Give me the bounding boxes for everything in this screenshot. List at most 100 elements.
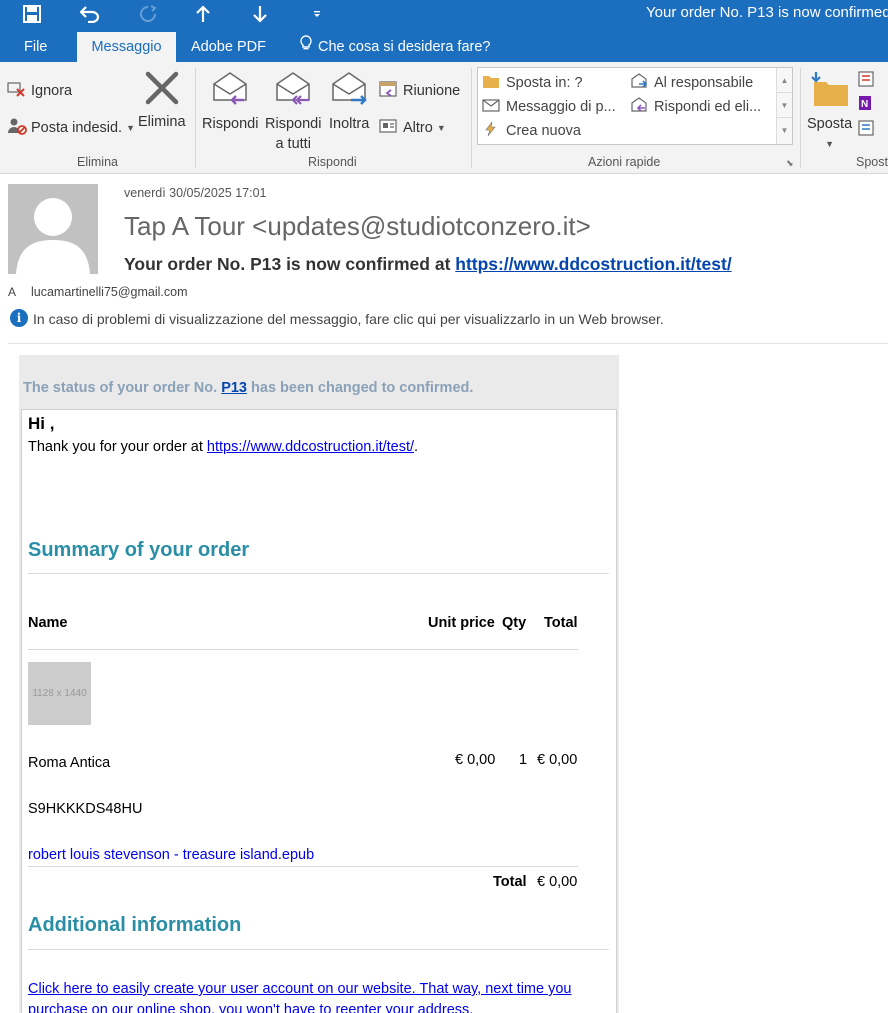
- scroll-up-icon[interactable]: ▲: [777, 68, 792, 93]
- col-qty: Qty: [502, 615, 527, 631]
- tab-file[interactable]: File: [12, 32, 59, 62]
- recipient-address[interactable]: lucamartinelli75@gmail.com: [31, 285, 188, 299]
- meeting-icon: [379, 80, 399, 102]
- quick-step-team-email[interactable]: Messaggio di p...: [482, 97, 616, 117]
- more-label: Altro: [403, 120, 433, 136]
- reply-all-label-1: Rispondi: [265, 116, 322, 132]
- tell-me-box[interactable]: Che cosa si desidera fare?: [288, 32, 503, 62]
- delete-label: Elimina: [138, 114, 186, 130]
- product-qty: 1: [519, 752, 528, 768]
- quick-step-reply-delete-label: Rispondi ed eli...: [654, 99, 762, 115]
- actions-icon[interactable]: [858, 119, 880, 141]
- status-suffix: has been changed to confirmed.: [247, 380, 474, 396]
- reply-delete-icon: [630, 97, 648, 117]
- status-prefix: The status of your order No.: [23, 380, 222, 396]
- download-link[interactable]: robert louis stevenson - treasure island…: [28, 847, 314, 863]
- junk-button[interactable]: Posta indesid. ▼: [7, 117, 135, 139]
- sender[interactable]: Tap A Tour <updates@studiotconzero.it>: [124, 211, 591, 242]
- quick-step-reply-delete[interactable]: Rispondi ed eli...: [630, 97, 761, 117]
- quick-step-move-to-label: Sposta in: ?: [506, 75, 583, 91]
- quick-step-to-manager[interactable]: Al responsabile: [630, 73, 753, 93]
- person-icon: [16, 198, 90, 274]
- group-separator: [471, 68, 472, 168]
- product-name: Roma Antica: [28, 755, 111, 771]
- additional-divider: [28, 949, 609, 950]
- customize-icon[interactable]: [305, 2, 329, 26]
- message-subject: Your order No. P13 is now confirmed at h…: [124, 254, 732, 275]
- tab-message[interactable]: Messaggio: [77, 32, 176, 62]
- folder-icon: [482, 73, 500, 93]
- grand-total-value: € 0,00: [537, 874, 578, 890]
- redo-icon[interactable]: [136, 2, 160, 26]
- info-icon: i: [10, 309, 28, 327]
- undo-icon[interactable]: [78, 2, 102, 26]
- ignore-button[interactable]: Ignora: [7, 80, 72, 102]
- product-sku: S9HKKKDS48HU: [28, 801, 143, 817]
- group-delete-label: Elimina: [77, 155, 118, 169]
- more-icon: [379, 117, 399, 139]
- product-thumbnail: 1128 x 1440: [28, 662, 91, 725]
- avatar: [8, 184, 98, 274]
- svg-text:N: N: [861, 99, 868, 110]
- move-label: Sposta: [807, 116, 853, 132]
- more-button[interactable]: Altro ▼: [379, 117, 446, 139]
- quick-step-team-email-label: Messaggio di p...: [506, 99, 616, 115]
- reply-all-label-2: a tutti: [275, 136, 311, 152]
- forward-button[interactable]: Inoltra: [329, 70, 369, 134]
- reply-all-button[interactable]: Rispondi a tutti: [265, 70, 321, 154]
- col-name: Name: [28, 615, 68, 631]
- col-total: Total: [544, 615, 578, 631]
- team-mail-icon: [482, 97, 500, 117]
- group-separator: [800, 68, 801, 168]
- move-button[interactable]: Sposta ▼: [807, 70, 852, 154]
- shop-link[interactable]: https://www.ddcostruction.it/test/: [207, 439, 414, 455]
- up-arrow-icon[interactable]: [191, 2, 215, 26]
- quick-step-create-new[interactable]: Crea nuova: [482, 121, 581, 141]
- order-status: The status of your order No. P13 has bee…: [23, 380, 473, 396]
- quick-step-create-new-label: Crea nuova: [506, 123, 581, 139]
- info-bar-text[interactable]: In caso di problemi di visualizzazione d…: [33, 311, 664, 327]
- quick-step-move-to[interactable]: Sposta in: ?: [482, 73, 583, 93]
- down-arrow-icon[interactable]: [248, 2, 272, 26]
- move-folder-icon: [810, 70, 850, 114]
- rules-icon[interactable]: [858, 70, 880, 92]
- reply-all-icon: [273, 70, 313, 114]
- ignore-icon: [7, 80, 27, 102]
- quick-steps-scrollbar[interactable]: ▲ ▼ ▼: [776, 68, 792, 144]
- col-unit-price: Unit price: [428, 615, 495, 631]
- thanks-prefix: Thank you for your order at: [28, 439, 207, 455]
- delete-button[interactable]: Elimina: [138, 70, 186, 132]
- quick-step-to-manager-label: Al responsabile: [654, 75, 754, 91]
- product-unit-price: € 0,00: [455, 752, 496, 768]
- product-total: € 0,00: [537, 752, 578, 768]
- header-divider: [8, 343, 888, 344]
- subject-text: Your order No. P13 is now confirmed at: [124, 254, 456, 274]
- forward-label: Inoltra: [329, 116, 370, 132]
- tell-me-label: Che cosa si desidera fare?: [318, 39, 491, 55]
- junk-label: Posta indesid.: [31, 120, 123, 136]
- group-quick-steps-label: Azioni rapide: [588, 155, 661, 169]
- group-move-label: Spost: [856, 155, 888, 169]
- reply-icon: [210, 70, 250, 114]
- onenote-icon[interactable]: N: [858, 94, 880, 116]
- window-title: Your order No. P13 is now confirmed: [646, 4, 888, 21]
- thanks-text: Thank you for your order at https://www.…: [28, 439, 418, 455]
- tab-adobe-pdf[interactable]: Adobe PDF: [179, 32, 278, 62]
- expand-icon[interactable]: ▼: [777, 118, 792, 143]
- junk-dropdown-icon: ▼: [126, 123, 136, 133]
- grand-total-label: Total: [493, 874, 527, 890]
- reply-label: Rispondi: [202, 116, 259, 132]
- scroll-down-icon[interactable]: ▼: [777, 93, 792, 118]
- item-divider: [28, 866, 578, 867]
- forward-mail-icon: [630, 73, 648, 93]
- reply-button[interactable]: Rispondi: [202, 70, 258, 134]
- meeting-button[interactable]: Riunione: [379, 80, 460, 102]
- greeting: Hi ,: [28, 414, 55, 433]
- save-icon[interactable]: [20, 2, 44, 26]
- create-account-link[interactable]: Click here to easily create your user ac…: [28, 979, 608, 1013]
- order-number-link[interactable]: P13: [221, 380, 247, 396]
- subject-link[interactable]: https://www.ddcostruction.it/test/: [455, 254, 731, 274]
- ribbon-tabs: File Messaggio Adobe PDF Che cosa si des…: [0, 32, 888, 62]
- move-dropdown-icon: ▼: [825, 139, 835, 149]
- dialog-launcher-icon[interactable]: ⬊: [786, 158, 794, 169]
